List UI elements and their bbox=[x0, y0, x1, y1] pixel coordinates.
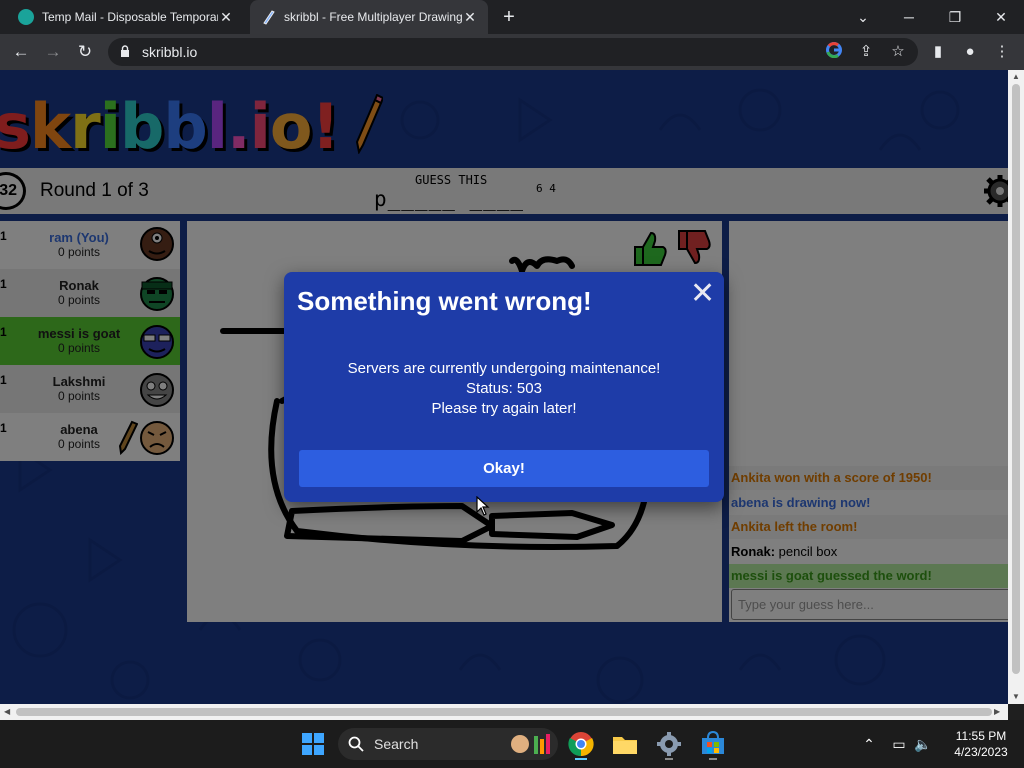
search-label: Search bbox=[374, 736, 419, 752]
restore-button[interactable]: ❐ bbox=[932, 0, 978, 34]
vertical-scroll-thumb[interactable] bbox=[1012, 84, 1020, 674]
tab-title: Temp Mail - Disposable Temporary bbox=[42, 10, 218, 24]
clock-time: 11:55 PM bbox=[955, 729, 1007, 743]
reload-icon[interactable]: ↻ bbox=[74, 41, 96, 63]
vertical-scrollbar[interactable]: ▲ ▼ bbox=[1008, 70, 1024, 704]
tab-close-icon[interactable]: ✕ bbox=[218, 9, 234, 26]
tab-close-icon[interactable]: ✕ bbox=[462, 9, 478, 26]
volume-icon[interactable]: 🔈 bbox=[914, 735, 932, 753]
scroll-up-arrow-icon[interactable]: ▲ bbox=[1012, 72, 1020, 81]
minimize-button[interactable]: ─ bbox=[886, 0, 932, 34]
modal-line: Please try again later! bbox=[431, 400, 577, 417]
clock-date: 4/23/2023 bbox=[954, 745, 1008, 759]
network-icon[interactable]: ▭ bbox=[890, 735, 908, 753]
lock-icon bbox=[121, 45, 129, 57]
tab-title: skribbl - Free Multiplayer Drawing bbox=[284, 10, 462, 24]
okay-button[interactable]: Okay! bbox=[299, 450, 709, 487]
close-window-button[interactable]: ✕ bbox=[978, 0, 1024, 34]
horizontal-scrollbar[interactable]: ◀ ▶ bbox=[0, 704, 1008, 720]
menu-kebab-icon[interactable]: ⋮ bbox=[992, 42, 1012, 62]
search-icon bbox=[348, 736, 364, 752]
browser-tab-bar: Temp Mail - Disposable Temporary ✕ skrib… bbox=[0, 0, 1024, 34]
modal-message: Servers are currently undergoing mainten… bbox=[284, 359, 724, 419]
settings-icon[interactable] bbox=[653, 728, 685, 760]
bookmark-star-icon[interactable]: ☆ bbox=[888, 42, 908, 62]
modal-line: Servers are currently undergoing mainten… bbox=[347, 360, 661, 377]
address-bar[interactable]: skribbl.io bbox=[108, 38, 918, 66]
url-text: skribbl.io bbox=[142, 44, 198, 60]
file-explorer-icon[interactable] bbox=[609, 728, 641, 760]
skribbl-pencil-favicon-icon bbox=[260, 9, 276, 25]
modal-status: Status: 503 bbox=[466, 380, 542, 397]
mouse-cursor-icon bbox=[476, 496, 490, 516]
search-highlight-icon bbox=[511, 734, 550, 754]
close-icon[interactable]: ✕ bbox=[690, 279, 715, 309]
side-panel-icon[interactable]: ▮ bbox=[928, 42, 948, 62]
tab-skribbl[interactable]: skribbl - Free Multiplayer Drawing ✕ bbox=[250, 0, 488, 34]
scroll-down-arrow-icon[interactable]: ▼ bbox=[1012, 692, 1020, 701]
skribbl-page: skribbl.io! 32 Round 1 of 3 GUESS THIS p… bbox=[0, 70, 1008, 704]
microsoft-store-icon[interactable] bbox=[697, 728, 729, 760]
back-arrow-icon[interactable]: ← bbox=[10, 41, 32, 63]
windows-start-icon[interactable] bbox=[297, 728, 329, 760]
scroll-right-arrow-icon[interactable]: ▶ bbox=[994, 707, 1000, 716]
scroll-left-arrow-icon[interactable]: ◀ bbox=[4, 707, 10, 716]
taskbar-search[interactable]: Search bbox=[338, 728, 558, 760]
profile-icon[interactable]: ● bbox=[960, 42, 980, 62]
google-icon[interactable] bbox=[824, 42, 844, 62]
temp-mail-favicon-icon bbox=[18, 9, 34, 25]
browser-toolbar: ← → ↻ skribbl.io ⇪ ☆ ▮ ● ⋮ bbox=[0, 34, 1024, 70]
new-tab-button[interactable]: + bbox=[498, 6, 520, 28]
taskbar-clock[interactable]: 11:55 PM 4/23/2023 bbox=[942, 728, 1020, 760]
tab-search-chevron-icon[interactable]: ⌄ bbox=[840, 0, 886, 34]
error-modal: Something went wrong! ✕ Servers are curr… bbox=[284, 272, 724, 502]
chrome-icon[interactable] bbox=[565, 728, 597, 760]
chevron-up-icon[interactable]: ⌃ bbox=[860, 735, 878, 753]
horizontal-scroll-thumb[interactable] bbox=[16, 708, 992, 716]
tab-temp-mail[interactable]: Temp Mail - Disposable Temporary ✕ bbox=[8, 0, 244, 34]
windows-taskbar: Search ⌃ ▭ 🔈 11:55 PM 4/23/2023 bbox=[0, 720, 1024, 768]
share-icon[interactable]: ⇪ bbox=[856, 42, 876, 62]
forward-arrow-icon[interactable]: → bbox=[42, 41, 64, 63]
modal-title: Something went wrong! bbox=[297, 286, 592, 316]
